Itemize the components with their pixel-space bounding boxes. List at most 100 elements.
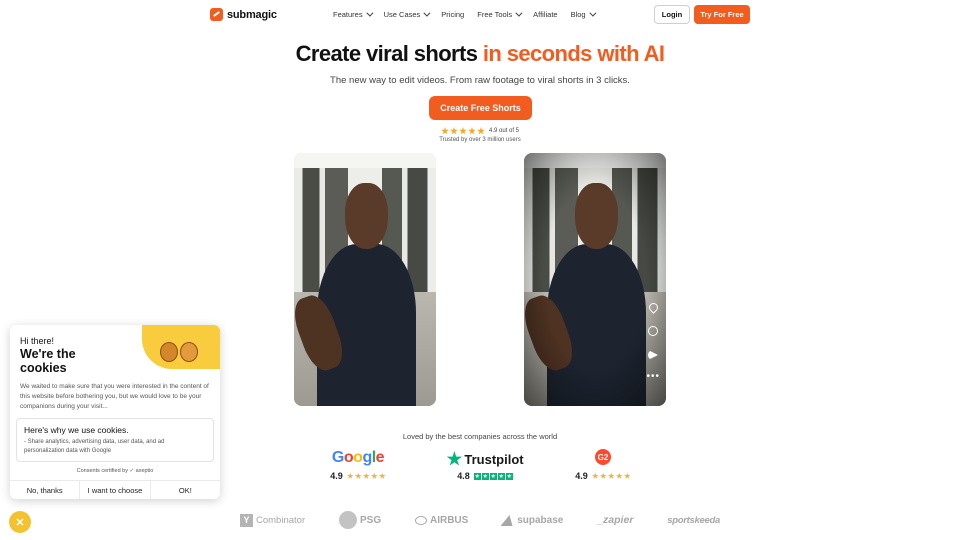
- logo[interactable]: submagic: [210, 8, 277, 21]
- ycombinator-text: Combinator: [256, 514, 306, 526]
- choose-button[interactable]: I want to choose: [80, 481, 151, 499]
- zapier-text: _zapier: [597, 514, 634, 526]
- star-icon: [354, 472, 362, 479]
- vignette-overlay: [524, 153, 666, 406]
- no-thanks-button[interactable]: No, thanks: [10, 481, 81, 499]
- google-score: 4.9: [330, 471, 343, 481]
- star-icon: [378, 472, 386, 479]
- logo-ycombinator: Y Combinator: [240, 513, 306, 527]
- ycombinator-mark: Y: [240, 513, 253, 527]
- review-trustpilot[interactable]: Trustpilot 4.8: [446, 449, 524, 481]
- star-icon: [505, 472, 513, 480]
- airbus-text: AIRBUS: [429, 514, 469, 526]
- ok-button[interactable]: OK!: [151, 481, 220, 499]
- logo-text: submagic: [227, 8, 277, 21]
- google-stars: [346, 472, 386, 480]
- supabase-bolt-icon: [500, 514, 516, 526]
- review-g2[interactable]: G2 4.9: [573, 449, 633, 481]
- star-icon: [450, 127, 458, 135]
- heart-icon[interactable]: [646, 301, 660, 314]
- cookie-body: We waited to make sure that you were int…: [20, 383, 209, 410]
- cookie-character-icon: [180, 342, 198, 362]
- share-icon[interactable]: [648, 350, 659, 360]
- video-before[interactable]: [294, 153, 436, 406]
- google-letter: o: [343, 449, 354, 466]
- g2-stars: [591, 472, 631, 480]
- hero-title: Create viral shorts in seconds with AI: [0, 41, 960, 67]
- logo-zapier: _zapier: [597, 514, 633, 526]
- menu-item-blog[interactable]: Blog: [570, 9, 597, 19]
- hero-title-accent: in seconds with AI: [482, 41, 665, 66]
- hero-subtitle: The new way to edit videos. From raw foo…: [330, 75, 630, 86]
- trustpilot-wordmark: Trustpilot: [464, 451, 524, 467]
- review-google[interactable]: Google 4.9: [329, 449, 387, 481]
- rating-stars: [441, 127, 485, 135]
- trustpilot-star-icon: [446, 451, 463, 466]
- main-menu: Features Use Cases Pricing Free Tools Af…: [333, 9, 597, 19]
- logo-sportskeeda: sportskeeda: [667, 515, 720, 526]
- cookie-why-box[interactable]: Here's why we use cookies. - Share analy…: [16, 418, 214, 462]
- menu-item-free-tools[interactable]: Free Tools: [477, 9, 523, 19]
- star-icon: [599, 472, 607, 479]
- google-logo: Google: [331, 449, 385, 469]
- company-logos: Y Combinator PSG AIRBUS supabase _zapier …: [240, 510, 720, 530]
- cookie-why-text: - Share analytics, advertising data, use…: [24, 439, 165, 454]
- menu-label: Blog: [570, 10, 586, 19]
- supabase-text: supabase: [517, 514, 564, 526]
- menu-item-pricing[interactable]: Pricing: [441, 10, 464, 19]
- menu-label: Features: [333, 10, 363, 19]
- airbus-mark-icon: [414, 515, 427, 525]
- star-icon: [459, 127, 467, 135]
- comment-icon[interactable]: [648, 326, 659, 336]
- video-scene: [524, 153, 666, 406]
- star-icon: [468, 127, 476, 135]
- cookie-greeting: Hi there!: [20, 336, 55, 346]
- menu-label: Use Cases: [383, 10, 421, 19]
- star-icon: [615, 472, 623, 479]
- background-ceiling: [294, 153, 436, 169]
- google-letter: G: [331, 449, 344, 466]
- sportskeeda-text: sportskeeda: [667, 514, 720, 526]
- video-side-actions: •••: [646, 301, 660, 382]
- menu-label: Pricing: [441, 10, 465, 19]
- menu-item-use-cases[interactable]: Use Cases: [383, 9, 431, 19]
- cookie-title: We're the cookies: [20, 347, 76, 375]
- star-icon: [489, 472, 497, 480]
- psg-crest-icon: [338, 511, 357, 529]
- star-icon: [370, 472, 378, 479]
- chevron-down-icon: [588, 9, 597, 17]
- cookie-actions: No, thanks I want to choose OK!: [10, 480, 220, 499]
- cookie-certified: Consents certified by ✓ axeptio: [76, 468, 154, 474]
- create-free-shorts-button[interactable]: Create Free Shorts: [429, 96, 532, 120]
- star-icon: [362, 472, 370, 479]
- star-icon: [591, 472, 599, 479]
- menu-item-affiliate[interactable]: Affiliate: [533, 10, 557, 19]
- cookie-illustration: [142, 325, 220, 369]
- more-icon[interactable]: •••: [646, 372, 660, 382]
- menu-label: Free Tools: [477, 10, 513, 19]
- menu-label: Affiliate: [533, 10, 558, 19]
- trustpilot-stars: [473, 472, 513, 480]
- person-head: [345, 183, 388, 250]
- logo-psg: PSG: [338, 511, 382, 529]
- google-letter: e: [375, 449, 385, 466]
- review-row: 4.9: [330, 471, 386, 481]
- close-icon[interactable]: ✕: [9, 511, 31, 533]
- star-icon: [441, 127, 449, 135]
- psg-text: PSG: [359, 514, 382, 526]
- g2-logo: G2: [595, 449, 611, 465]
- rating: 4.9 out of 5: [0, 127, 960, 135]
- g2-score: 4.9: [575, 471, 588, 481]
- login-button[interactable]: Login: [654, 5, 690, 24]
- review-row: 4.8: [457, 471, 513, 481]
- star-icon: [346, 472, 354, 479]
- try-for-free-button[interactable]: Try For Free: [694, 5, 750, 24]
- star-icon: [497, 472, 505, 480]
- google-letter: g: [362, 449, 372, 466]
- video-scene: [294, 153, 436, 406]
- cookie-character-icon: [160, 342, 178, 362]
- chevron-down-icon: [365, 9, 374, 17]
- menu-item-features[interactable]: Features: [333, 9, 374, 19]
- video-after[interactable]: •••: [524, 153, 666, 406]
- star-icon: [477, 127, 485, 135]
